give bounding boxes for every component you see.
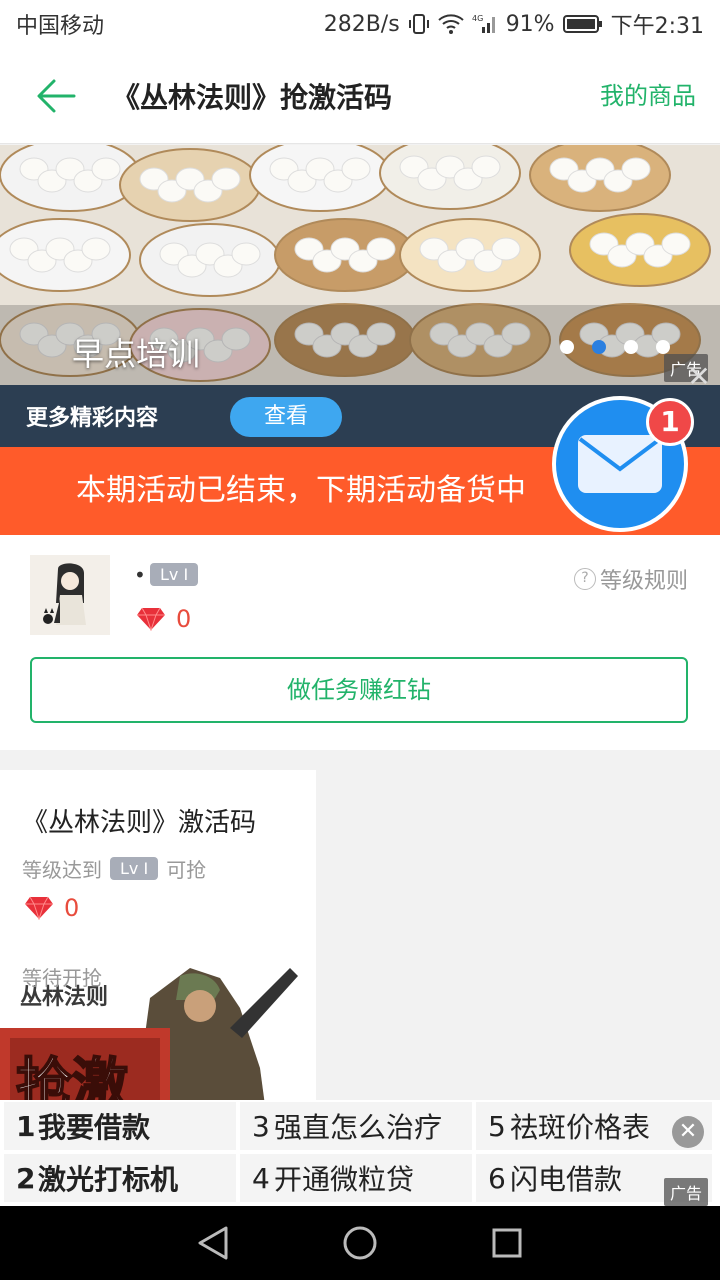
ad-keyword[interactable]: 3 强直怎么治疗	[240, 1102, 472, 1150]
nav-recents-button[interactable]	[477, 1213, 537, 1273]
signal-icon: 4G	[472, 13, 498, 35]
battery-percent: 91%	[505, 11, 555, 37]
view-button[interactable]: 查看	[230, 397, 342, 437]
diamond-count: 0	[176, 605, 192, 633]
network-speed: 282B/s	[323, 11, 400, 37]
ad-keyword[interactable]: 4 开通微粒贷	[240, 1154, 472, 1202]
app-bar: 《丛林法则》抢激活码 我的商品	[0, 48, 720, 144]
message-count-badge: 1	[646, 398, 694, 446]
requirement-suffix: 可抢	[166, 858, 207, 882]
back-button[interactable]	[0, 48, 112, 144]
ad-keyword-text: 激光打标机	[38, 1163, 179, 1196]
svg-text:4G: 4G	[472, 14, 483, 23]
square-recents-icon	[492, 1228, 522, 1258]
clock: 下午2:31	[610, 14, 704, 39]
ad-keyword[interactable]: 2 激光打标机	[4, 1154, 236, 1202]
red-diamond-icon	[25, 896, 53, 920]
ad-keyword-number: 1	[16, 1109, 36, 1143]
level-requirement: 等级达到 Lv I 可抢	[22, 854, 206, 883]
my-goods-link[interactable]: 我的商品	[600, 48, 696, 144]
price-value: 0	[64, 894, 80, 922]
carrier-name: 中国移动	[16, 14, 105, 39]
pagination-dot[interactable]	[560, 340, 574, 354]
page-title: 《丛林法则》抢激活码	[112, 80, 393, 114]
earn-diamonds-button[interactable]: 做任务赚红钻	[30, 657, 688, 723]
back-arrow-icon	[37, 79, 76, 112]
ad-close-icon[interactable]: ✕	[672, 1116, 704, 1148]
nav-home-button[interactable]	[330, 1213, 390, 1273]
ad-keyword-text: 强直怎么治疗	[274, 1111, 443, 1144]
status-bar: 中国移动 282B/s 4G 91% 下午2:31	[0, 0, 720, 48]
system-nav-bar	[0, 1206, 720, 1280]
circle-home-icon	[343, 1226, 377, 1260]
bottom-ad-label: 广告	[664, 1178, 709, 1206]
avatar[interactable]	[30, 555, 110, 635]
nav-back-button[interactable]	[183, 1213, 243, 1273]
ad-keyword[interactable]: 1 我要借款	[4, 1102, 236, 1150]
banner-caption: 早点培训	[72, 335, 201, 373]
ad-keyword-text: 祛斑价格表	[510, 1111, 651, 1144]
wifi-icon	[438, 14, 464, 34]
product-price: 0	[24, 894, 79, 922]
status-bar-right: 282B/s 4G 91% 下午2:31	[324, 8, 704, 40]
ad-keyword-number: 2	[16, 1161, 36, 1195]
question-icon: ?	[573, 568, 596, 590]
username: •	[134, 563, 146, 587]
ad-keyword-text: 开通微粒贷	[274, 1163, 415, 1196]
product-title: 《丛林法则》激活码	[22, 808, 257, 838]
pagination-dot[interactable]	[656, 340, 670, 354]
diamond-balance: 0	[136, 605, 191, 633]
banner-pagination	[560, 340, 670, 354]
battery-icon	[562, 14, 603, 34]
ad-keyword-number: 6	[488, 1161, 506, 1195]
product-status: 等待开抢	[22, 966, 102, 990]
ad-keyword-number: 5	[488, 1109, 506, 1143]
ad-keyword-text: 我要借款	[38, 1111, 151, 1144]
user-card: • Lv I 0 ? 等级规则 做任务赚红钻	[0, 535, 720, 750]
requirement-level-badge: Lv I	[110, 857, 159, 880]
envelope-icon	[578, 435, 662, 493]
ad-keyword-number: 3	[252, 1109, 270, 1143]
pagination-dot-active[interactable]	[592, 340, 606, 354]
screen: 中国移动 282B/s 4G 91% 下午2:31 《丛林法则》抢激活码 我的商…	[0, 0, 720, 1280]
requirement-prefix: 等级达到	[22, 858, 102, 882]
level-rules-link[interactable]: ? 等级规则	[573, 563, 688, 595]
bottom-ad: 1 我要借款 2 激光打标机 3 强直怎么治疗 4 开通微粒贷 5 祛斑价格表 …	[0, 1100, 720, 1206]
level-rules-label: 等级规则	[599, 569, 688, 594]
user-level-badge: Lv I	[150, 563, 199, 586]
ad-keyword-text: 闪电借款	[510, 1163, 623, 1196]
triangle-back-icon	[198, 1226, 228, 1260]
red-diamond-icon	[137, 607, 165, 631]
vibrate-icon	[408, 13, 430, 35]
ad-keyword-number: 4	[252, 1161, 270, 1195]
banner-close-icon[interactable]: ✕	[684, 362, 714, 392]
pagination-dot[interactable]	[624, 340, 638, 354]
more-content-title: 更多精彩内容	[26, 406, 159, 431]
